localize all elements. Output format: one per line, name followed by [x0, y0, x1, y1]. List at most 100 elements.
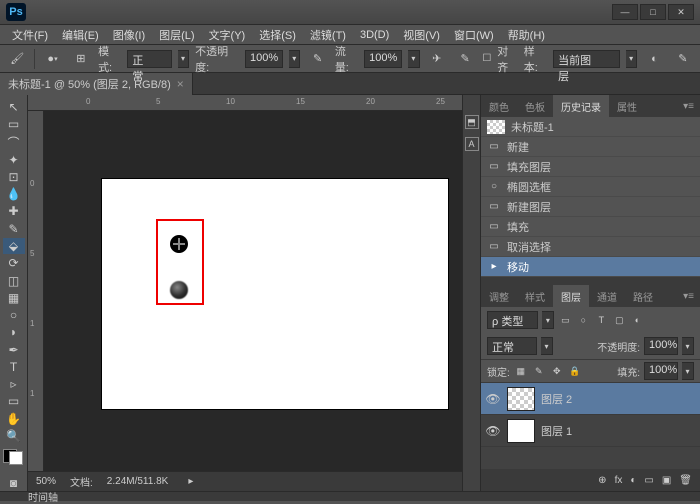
- lock-all-icon[interactable]: 🔒: [568, 364, 582, 378]
- blend-mode-select[interactable]: 正常: [487, 337, 537, 355]
- type-tool[interactable]: T: [3, 359, 25, 375]
- panel-menu-icon[interactable]: ▾≡: [677, 291, 700, 302]
- fx-icon[interactable]: fx: [615, 475, 623, 486]
- flow-input[interactable]: 100%: [364, 50, 402, 68]
- lock-paint-icon[interactable]: ✎: [532, 364, 546, 378]
- layer-thumb[interactable]: [507, 387, 535, 411]
- menu-view[interactable]: 视图(V): [397, 25, 446, 45]
- tab-styles[interactable]: 样式: [517, 285, 553, 307]
- menu-image[interactable]: 图像(I): [107, 25, 151, 45]
- sample-select[interactable]: 当前图层: [553, 50, 620, 68]
- tab-layers[interactable]: 图层: [553, 285, 589, 307]
- chevron-down-icon[interactable]: ▾: [178, 50, 189, 68]
- menu-filter[interactable]: 滤镜(T): [304, 25, 352, 45]
- menu-layer[interactable]: 图层(L): [153, 25, 200, 45]
- close-icon[interactable]: ×: [177, 77, 184, 91]
- menu-help[interactable]: 帮助(H): [502, 25, 551, 45]
- hand-tool[interactable]: ✋: [3, 411, 25, 427]
- history-row[interactable]: ▭新建图层: [481, 197, 700, 217]
- layer-name[interactable]: 图层 1: [541, 423, 572, 439]
- menu-3d[interactable]: 3D(D): [354, 27, 395, 43]
- adjustment-icon[interactable]: ▭: [644, 475, 653, 486]
- tab-properties[interactable]: 属性: [609, 95, 645, 117]
- filter-icon[interactable]: ▭: [558, 313, 572, 327]
- fill-input[interactable]: 100%: [644, 362, 678, 380]
- history-row[interactable]: ▭取消选择: [481, 237, 700, 257]
- gradient-tool[interactable]: ▦: [3, 290, 25, 306]
- color-swatches[interactable]: [3, 445, 25, 464]
- pen-tool[interactable]: ✒: [3, 341, 25, 357]
- tool-preset-icon[interactable]: 🖌: [6, 49, 28, 69]
- marquee-tool[interactable]: ▭: [3, 116, 25, 132]
- opacity-input[interactable]: 100%: [245, 50, 283, 68]
- menu-window[interactable]: 窗口(W): [448, 25, 500, 45]
- history-row[interactable]: ▭填充图层: [481, 157, 700, 177]
- layer-row[interactable]: 👁 图层 2: [481, 383, 700, 415]
- ignore-adj-icon[interactable]: ◐: [643, 49, 665, 69]
- zoom-display[interactable]: 50%: [36, 476, 56, 487]
- history-brush-tool[interactable]: ⟳: [3, 255, 25, 271]
- chevron-down-icon[interactable]: ▾: [408, 50, 419, 68]
- history-doc-row[interactable]: 未标题-1: [481, 117, 700, 137]
- filter-icon[interactable]: ▢: [612, 313, 626, 327]
- strip-icon[interactable]: ⬒: [465, 115, 479, 129]
- trash-icon[interactable]: 🗑: [679, 475, 692, 486]
- wand-tool[interactable]: ✦: [3, 152, 25, 168]
- stamp-tool[interactable]: ⬙: [3, 238, 25, 254]
- blur-tool[interactable]: ○: [3, 307, 25, 323]
- mode-select[interactable]: 正常: [127, 50, 172, 68]
- visibility-icon[interactable]: 👁: [485, 424, 501, 438]
- panel-menu-icon[interactable]: ▾≡: [677, 101, 700, 112]
- document-tab[interactable]: 未标题-1 @ 50% (图层 2, RGB/8) ×: [0, 73, 193, 95]
- shape-tool[interactable]: ▭: [3, 393, 25, 409]
- menu-file[interactable]: 文件(F): [6, 25, 54, 45]
- maximize-button[interactable]: □: [640, 4, 666, 20]
- tab-history[interactable]: 历史记录: [553, 95, 609, 117]
- history-row[interactable]: ▸移动: [481, 257, 700, 277]
- pressure-icon[interactable]: ✎: [672, 49, 694, 69]
- menu-edit[interactable]: 编辑(E): [56, 25, 105, 45]
- layer-thumb[interactable]: [507, 419, 535, 443]
- character-panel-icon[interactable]: A: [465, 137, 479, 151]
- quickmask-tool[interactable]: ◙: [3, 475, 25, 491]
- airbrush-icon[interactable]: ✈: [426, 49, 448, 69]
- chevron-down-icon[interactable]: ▾: [289, 50, 300, 68]
- lasso-tool[interactable]: ⌒: [3, 134, 25, 151]
- link-layers-icon[interactable]: ⊕: [598, 475, 606, 486]
- brush-tool[interactable]: ✎: [3, 221, 25, 237]
- zoom-tool[interactable]: 🔍: [3, 428, 25, 444]
- filter-icon[interactable]: ○: [576, 313, 590, 327]
- lock-transparency-icon[interactable]: ▦: [514, 364, 528, 378]
- minimize-button[interactable]: —: [612, 4, 638, 20]
- history-row[interactable]: ▭新建: [481, 137, 700, 157]
- lock-position-icon[interactable]: ✥: [550, 364, 564, 378]
- visibility-icon[interactable]: 👁: [485, 392, 501, 406]
- move-tool[interactable]: ↖: [3, 99, 25, 115]
- eraser-tool[interactable]: ◫: [3, 272, 25, 288]
- menu-type[interactable]: 文字(Y): [203, 25, 252, 45]
- layer-row[interactable]: 👁 图层 1: [481, 415, 700, 447]
- background-swatch[interactable]: [9, 451, 23, 465]
- menu-select[interactable]: 选择(S): [253, 25, 302, 45]
- tab-adjustments[interactable]: 调整: [481, 285, 517, 307]
- pressure-size-icon[interactable]: ✎: [454, 49, 476, 69]
- heal-tool[interactable]: ✚: [3, 203, 25, 219]
- tab-color[interactable]: 颜色: [481, 95, 517, 117]
- layer-name[interactable]: 图层 2: [541, 391, 572, 407]
- chevron-down-icon[interactable]: ▾: [626, 50, 637, 68]
- close-button[interactable]: ✕: [668, 4, 694, 20]
- eyedropper-tool[interactable]: 💧: [3, 186, 25, 202]
- tab-paths[interactable]: 路径: [625, 285, 661, 307]
- history-row[interactable]: ○椭圆选框: [481, 177, 700, 197]
- brush-preset-icon[interactable]: ●▾: [41, 49, 63, 69]
- pressure-opacity-icon[interactable]: ✎: [306, 49, 328, 69]
- tab-channels[interactable]: 通道: [589, 285, 625, 307]
- filter-icon[interactable]: T: [594, 313, 608, 327]
- dodge-tool[interactable]: ◗: [3, 324, 25, 340]
- mask-icon[interactable]: ◐: [630, 475, 636, 486]
- canvas-viewport[interactable]: [44, 111, 462, 471]
- path-tool[interactable]: ▹: [3, 376, 25, 392]
- brush-panel-icon[interactable]: ⊞: [70, 49, 92, 69]
- layer-kind-select[interactable]: ρ 类型: [487, 311, 538, 329]
- new-layer-icon[interactable]: ▣: [662, 475, 671, 486]
